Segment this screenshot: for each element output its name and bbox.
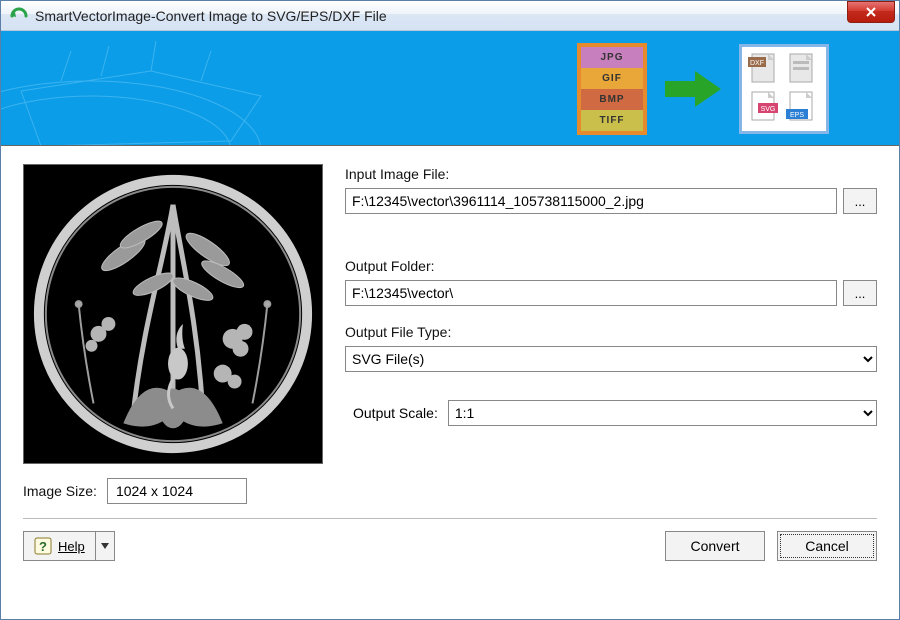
cancel-button[interactable]: Cancel	[777, 531, 877, 561]
output-scale-row: Output Scale: 1:1	[345, 400, 877, 426]
convert-button[interactable]: Convert	[665, 531, 765, 561]
svg-text:?: ?	[39, 539, 47, 554]
output-scale-select[interactable]: 1:1	[448, 400, 877, 426]
help-button[interactable]: ? Help	[23, 531, 115, 561]
chevron-down-icon	[101, 543, 109, 549]
output-type-row: SVG File(s)	[345, 346, 877, 372]
image-size-value: 1024 x 1024	[107, 478, 247, 504]
upper-panel: Input Image File: ... Output Folder: ...…	[23, 164, 877, 464]
divider	[23, 518, 877, 519]
input-formats-stack: JPG GIF BMP TIFF	[577, 43, 647, 135]
input-file-field[interactable]	[345, 188, 837, 214]
image-size-row: Image Size: 1024 x 1024	[23, 478, 877, 504]
banner: JPG GIF BMP TIFF DXF SVG EPS	[1, 31, 899, 146]
help-label: Help	[58, 539, 85, 554]
preview-column	[23, 164, 323, 464]
banner-conversion-graphic: JPG GIF BMP TIFF DXF SVG EPS	[577, 43, 829, 135]
content-area: Input Image File: ... Output Folder: ...…	[1, 146, 899, 619]
format-badge: BMP	[581, 89, 643, 110]
eps-file-icon: EPS	[784, 89, 820, 125]
app-icon	[9, 6, 29, 26]
input-file-row: ...	[345, 188, 877, 214]
svg-file-icon: SVG	[746, 89, 782, 125]
image-preview	[23, 164, 323, 464]
help-button-main[interactable]: ? Help	[24, 532, 96, 560]
app-window: SmartVectorImage-Convert Image to SVG/EP…	[0, 0, 900, 620]
format-badge: TIFF	[581, 110, 643, 131]
page-file-icon	[784, 51, 820, 87]
output-formats-box: DXF SVG EPS	[739, 44, 829, 134]
format-badge: GIF	[581, 68, 643, 89]
svg-text:DXF: DXF	[750, 60, 764, 67]
output-folder-row: ...	[345, 280, 877, 306]
titlebar: SmartVectorImage-Convert Image to SVG/EP…	[1, 1, 899, 31]
input-file-browse-button[interactable]: ...	[843, 188, 877, 214]
help-dropdown-button[interactable]	[96, 532, 114, 560]
format-badge: JPG	[581, 47, 643, 68]
banner-artwork	[1, 31, 351, 146]
image-size-label: Image Size:	[23, 483, 97, 499]
input-file-label: Input Image File:	[345, 166, 877, 182]
output-folder-browse-button[interactable]: ...	[843, 280, 877, 306]
output-folder-label: Output Folder:	[345, 258, 877, 274]
output-type-select[interactable]: SVG File(s)	[345, 346, 877, 372]
bottom-row: ? Help Convert Cancel	[23, 531, 877, 561]
help-icon: ?	[34, 537, 52, 555]
output-type-label: Output File Type:	[345, 324, 877, 340]
dxf-file-icon: DXF	[746, 51, 782, 87]
output-folder-field[interactable]	[345, 280, 837, 306]
svg-text:EPS: EPS	[790, 112, 804, 119]
output-scale-label: Output Scale:	[353, 405, 438, 421]
arrow-icon	[665, 71, 721, 107]
form-column: Input Image File: ... Output Folder: ...…	[345, 164, 877, 464]
close-icon	[865, 6, 877, 18]
close-button[interactable]	[847, 1, 895, 23]
window-title: SmartVectorImage-Convert Image to SVG/EP…	[35, 8, 899, 24]
svg-text:SVG: SVG	[761, 106, 776, 113]
